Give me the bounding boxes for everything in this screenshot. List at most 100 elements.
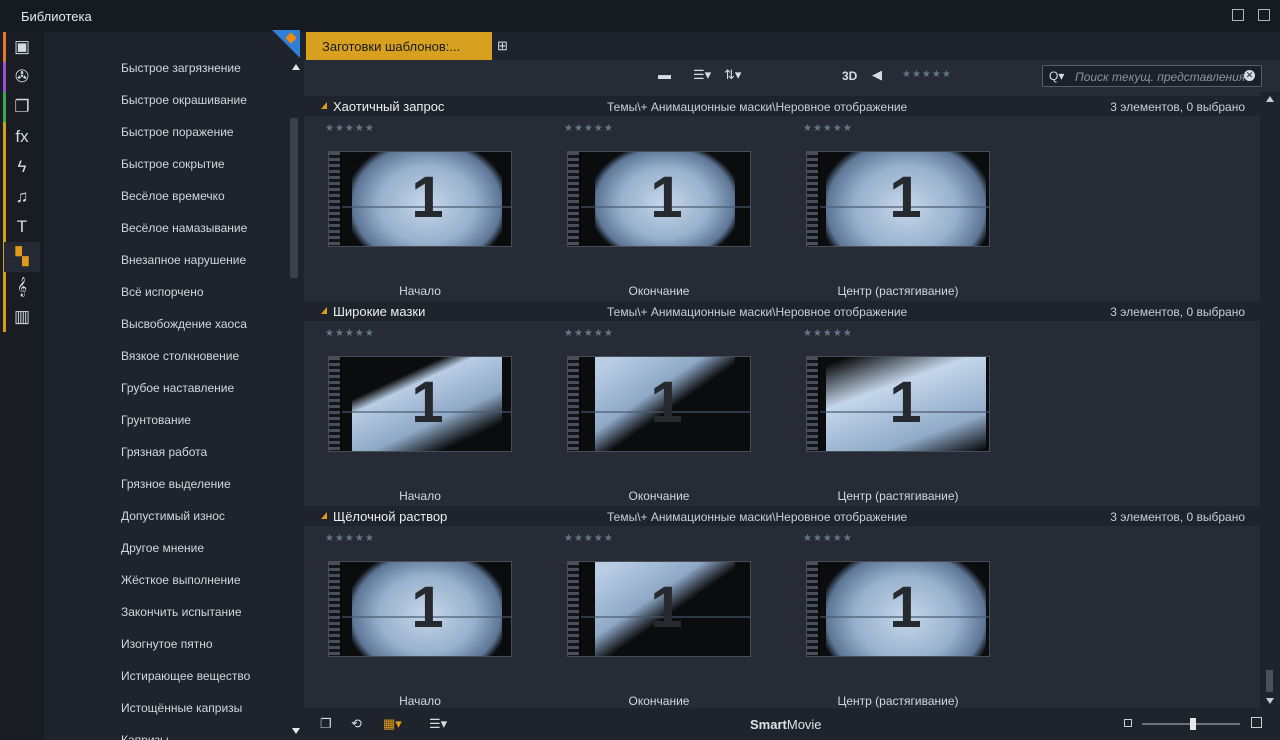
template-thumbnail[interactable]: 1 bbox=[806, 151, 990, 247]
search-icon[interactable]: Q▾ bbox=[1049, 69, 1064, 83]
score-icon[interactable]: 𝄞 bbox=[4, 272, 40, 302]
thumbnail-number: 1 bbox=[889, 370, 922, 435]
detach-icon[interactable] bbox=[1258, 9, 1270, 21]
template-thumbnail[interactable]: 1 bbox=[806, 356, 990, 452]
rating-stars[interactable]: ★★★★★ bbox=[803, 533, 853, 544]
search-box[interactable]: Q▾ Поиск текущ. представления ✕ bbox=[1042, 65, 1262, 87]
thumbnail-number: 1 bbox=[889, 165, 922, 230]
effect-list-item[interactable]: Другое мнение bbox=[121, 541, 204, 555]
template-thumbnail[interactable]: 1 bbox=[567, 151, 751, 247]
effect-list-item[interactable]: Грунтование bbox=[121, 413, 191, 427]
effect-list-item[interactable]: Быстрое окрашивание bbox=[121, 93, 247, 107]
effect-list-item[interactable]: Грязная работа bbox=[121, 445, 207, 459]
collapse-icon[interactable] bbox=[321, 102, 327, 109]
zoom-large-icon[interactable] bbox=[1251, 717, 1262, 728]
template-tile[interactable]: ★★★★★ 1 Окончание bbox=[564, 123, 764, 303]
effect-list-item[interactable]: Изогнутое пятно bbox=[121, 637, 213, 651]
collapse-icon[interactable] bbox=[321, 512, 327, 519]
effect-list-item[interactable]: Всё испорчено bbox=[121, 285, 204, 299]
rating-filter[interactable]: ★★★★★ bbox=[902, 69, 952, 80]
lightning-icon[interactable]: ϟ bbox=[4, 152, 40, 182]
effect-list-item[interactable]: Истощённые капризы bbox=[121, 701, 242, 715]
effect-list-item[interactable]: Внезапное нарушение bbox=[121, 253, 246, 267]
box-icon[interactable]: ▣ bbox=[4, 32, 40, 62]
template-thumbnail[interactable]: 1 bbox=[567, 356, 751, 452]
effect-list-item[interactable]: Высвобождение хаоса bbox=[121, 317, 247, 331]
group-header[interactable]: Щёлочной раствор Темы\+ Анимационные маск… bbox=[304, 506, 1260, 526]
clear-search-icon[interactable]: ✕ bbox=[1244, 70, 1255, 81]
copy-icon[interactable]: ❐ bbox=[320, 716, 332, 732]
fx-icon[interactable]: fx bbox=[4, 122, 40, 152]
effect-list-item[interactable]: Жёсткое выполнение bbox=[121, 573, 241, 587]
template-thumbnail[interactable]: 1 bbox=[328, 356, 512, 452]
tag-filter-icon[interactable]: ◀ bbox=[872, 67, 882, 83]
sync-icon[interactable]: ⟲ bbox=[351, 716, 362, 732]
template-tile[interactable]: ★★★★★ 1 Центр (растягивание) bbox=[803, 533, 1003, 708]
music-note-icon[interactable]: ♫ bbox=[4, 182, 40, 212]
zoom-slider[interactable] bbox=[1142, 718, 1240, 730]
template-label: Начало bbox=[399, 694, 441, 708]
restore-icon[interactable] bbox=[1232, 9, 1244, 21]
template-thumbnail[interactable]: 1 bbox=[806, 561, 990, 657]
piano-icon[interactable]: ▥ bbox=[4, 302, 40, 332]
list-mode-icon[interactable]: ☰▾ bbox=[429, 716, 447, 732]
effect-list-item[interactable]: Закончить испытание bbox=[121, 605, 242, 619]
scroll-up-icon[interactable] bbox=[1266, 96, 1274, 102]
rating-stars[interactable]: ★★★★★ bbox=[564, 123, 614, 134]
effect-list-scrollbar[interactable] bbox=[290, 118, 298, 278]
template-icon[interactable]: ▚ bbox=[4, 242, 40, 272]
grid-view-icon[interactable]: ▦▾ bbox=[383, 716, 402, 732]
3d-filter-button[interactable]: 3D bbox=[842, 69, 857, 83]
title-text-icon[interactable]: T bbox=[4, 212, 40, 242]
zoom-small-icon[interactable] bbox=[1124, 719, 1132, 727]
content-scrollbar[interactable] bbox=[1260, 92, 1280, 708]
thumbnail-number: 1 bbox=[650, 370, 683, 435]
bottom-bar: ❐ ⟲ ▦▾ ☰▾ SmartMovie bbox=[304, 708, 1280, 740]
list-scroll-up-icon[interactable] bbox=[292, 64, 300, 70]
smartmovie-button[interactable]: SmartMovie bbox=[750, 717, 822, 732]
template-thumbnail[interactable]: 1 bbox=[328, 561, 512, 657]
template-tile[interactable]: ★★★★★ 1 Окончание bbox=[564, 328, 764, 508]
group-header[interactable]: Широкие мазки Темы\+ Анимационные маски\Н… bbox=[304, 301, 1260, 321]
template-tile[interactable]: ★★★★★ 1 Начало bbox=[325, 533, 525, 708]
effect-list-item[interactable]: Грубое наставление bbox=[121, 381, 234, 395]
add-tab-icon[interactable]: ⊞ bbox=[497, 38, 508, 54]
folder-icon[interactable]: ▬ bbox=[658, 67, 671, 82]
effect-list-item[interactable]: Допустимый износ bbox=[121, 509, 225, 523]
effect-list-item[interactable]: Вязкое столкновение bbox=[121, 349, 239, 363]
collapse-icon[interactable] bbox=[321, 307, 327, 314]
rating-stars[interactable]: ★★★★★ bbox=[325, 123, 375, 134]
group-header[interactable]: Хаотичный запрос Темы\+ Анимационные маск… bbox=[304, 96, 1260, 116]
rating-stars[interactable]: ★★★★★ bbox=[325, 328, 375, 339]
rating-stars[interactable]: ★★★★★ bbox=[803, 123, 853, 134]
template-tile[interactable]: ★★★★★ 1 Центр (растягивание) bbox=[803, 328, 1003, 508]
template-thumbnail[interactable]: 1 bbox=[567, 561, 751, 657]
effect-list-item[interactable]: Истирающее вещество bbox=[121, 669, 250, 683]
rating-stars[interactable]: ★★★★★ bbox=[564, 533, 614, 544]
template-thumbnail[interactable]: 1 bbox=[328, 151, 512, 247]
template-tile[interactable]: ★★★★★ 1 Начало bbox=[325, 123, 525, 303]
scroll-down-icon[interactable] bbox=[1266, 698, 1274, 704]
template-label: Окончание bbox=[628, 694, 690, 708]
template-tile[interactable]: ★★★★★ 1 Окончание bbox=[564, 533, 764, 708]
list-view-icon[interactable]: ☰▾ bbox=[693, 67, 711, 83]
media-stack-icon[interactable]: ❐ bbox=[4, 92, 40, 122]
list-scroll-down-icon[interactable] bbox=[292, 728, 300, 734]
effect-list-item[interactable]: Весёлое намазывание bbox=[121, 221, 247, 235]
effect-list-item[interactable]: Быстрое загрязнение bbox=[121, 61, 241, 75]
rating-stars[interactable]: ★★★★★ bbox=[325, 533, 375, 544]
rating-stars[interactable]: ★★★★★ bbox=[803, 328, 853, 339]
scroll-thumb[interactable] bbox=[1266, 670, 1273, 692]
rating-stars[interactable]: ★★★★★ bbox=[564, 328, 614, 339]
film-reel-icon[interactable]: ✇ bbox=[4, 62, 40, 92]
tab-templates[interactable]: Заготовки шаблонов:... bbox=[306, 32, 492, 60]
effect-list-item[interactable]: Весёлое времечко bbox=[121, 189, 225, 203]
sort-icon[interactable]: ⇅▾ bbox=[724, 67, 741, 83]
zoom-slider-knob[interactable] bbox=[1190, 718, 1196, 730]
effect-list-item[interactable]: Быстрое поражение bbox=[121, 125, 234, 139]
effect-list-item[interactable]: Быстрое сокрытие bbox=[121, 157, 225, 171]
template-tile[interactable]: ★★★★★ 1 Центр (растягивание) bbox=[803, 123, 1003, 303]
template-tile[interactable]: ★★★★★ 1 Начало bbox=[325, 328, 525, 508]
effect-list-item[interactable]: Капризы bbox=[121, 733, 169, 740]
effect-list-item[interactable]: Грязное выделение bbox=[121, 477, 231, 491]
